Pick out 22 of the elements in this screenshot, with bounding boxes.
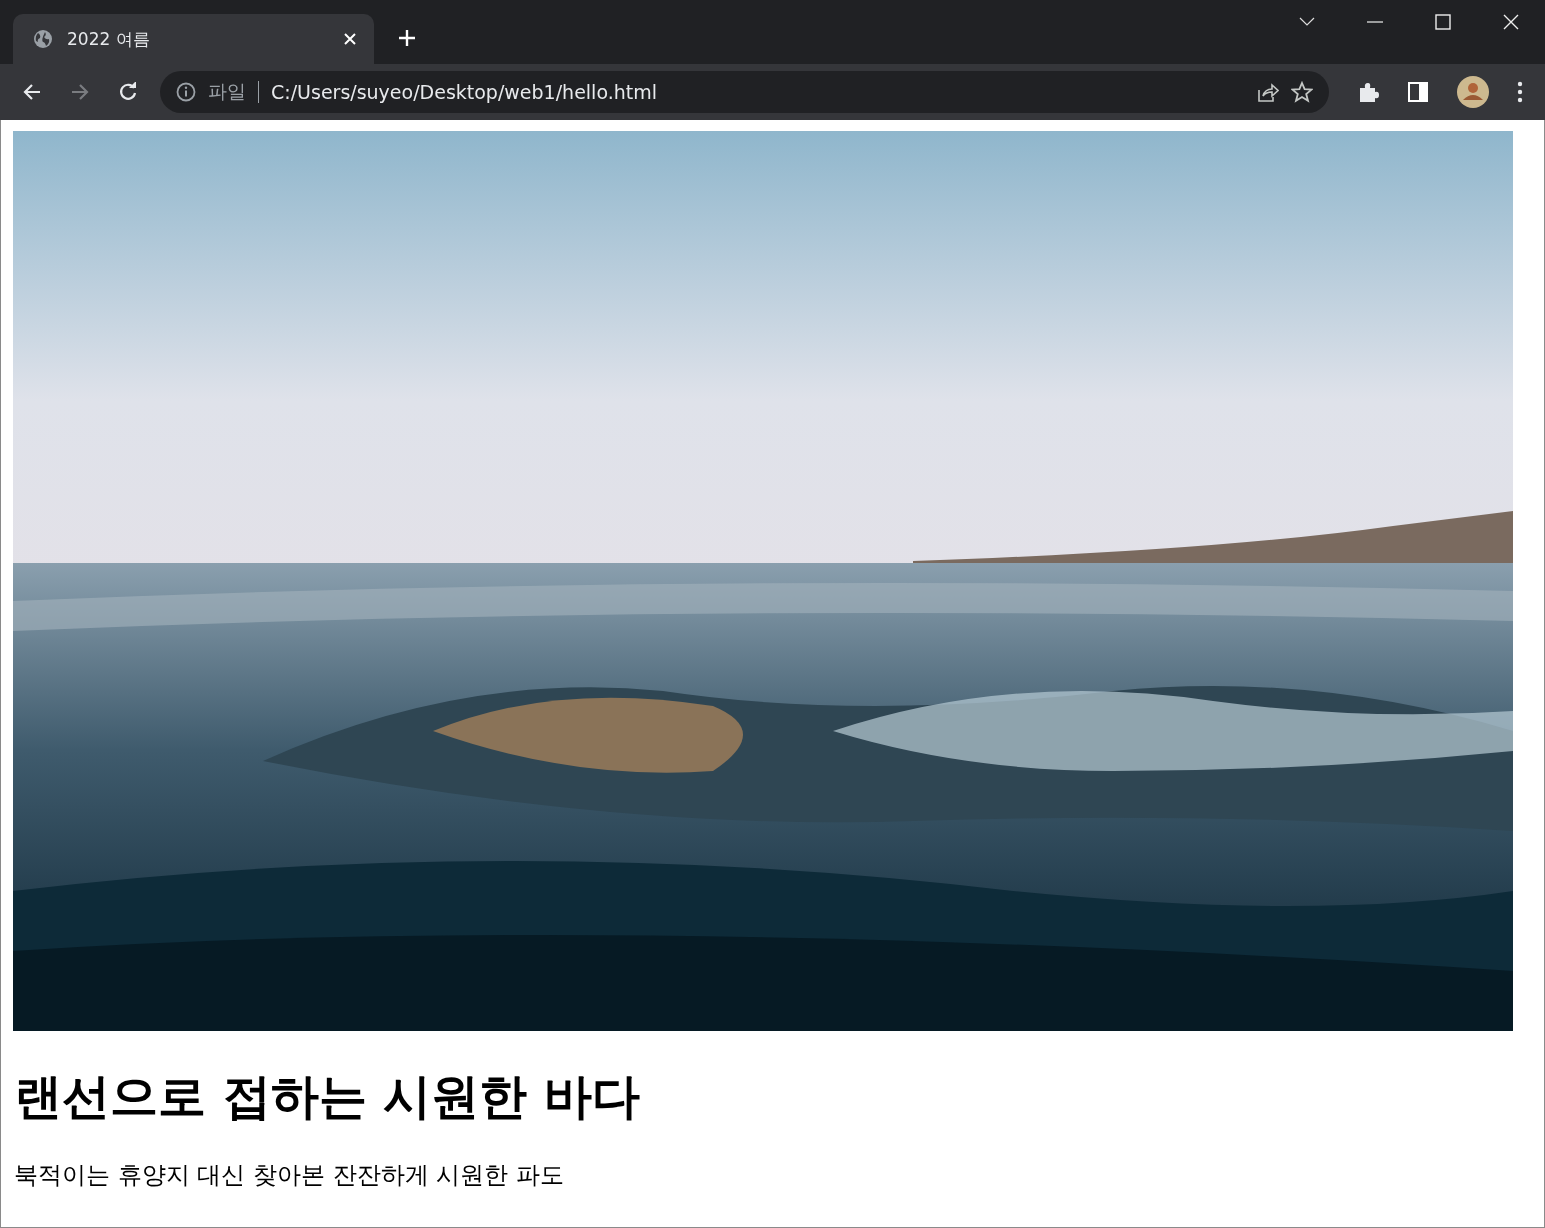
new-tab-icon[interactable]	[398, 29, 416, 47]
share-icon[interactable]	[1257, 82, 1279, 102]
star-icon[interactable]	[1291, 81, 1313, 103]
address-bar[interactable]: 파일 C:/Users/suyeo/Desktop/web1/hello.html	[160, 71, 1329, 113]
globe-icon	[33, 29, 53, 49]
page-paragraph: 북적이는 휴양지 대신 찾아본 잔잔하게 시원한 파도	[14, 1160, 565, 1191]
browser-tab[interactable]: 2022 여름	[13, 14, 374, 64]
menu-icon[interactable]	[1517, 81, 1523, 103]
maximize-icon[interactable]	[1435, 14, 1451, 30]
info-icon	[176, 82, 196, 102]
scheme-label: 파일	[208, 79, 246, 104]
page-heading: 랜선으로 접하는 시원한 바다	[14, 1067, 642, 1126]
url-text: C:/Users/suyeo/Desktop/web1/hello.html	[271, 81, 657, 103]
tab-title: 2022 여름	[67, 27, 151, 51]
close-icon[interactable]	[1503, 14, 1519, 30]
side-panel-icon[interactable]	[1407, 81, 1429, 103]
forward-icon[interactable]	[70, 82, 90, 102]
reload-icon[interactable]	[118, 82, 138, 102]
puzzle-icon[interactable]	[1357, 81, 1379, 103]
chevron-down-icon[interactable]	[1299, 17, 1315, 27]
avatar-icon[interactable]	[1457, 76, 1489, 108]
back-icon[interactable]	[22, 82, 42, 102]
